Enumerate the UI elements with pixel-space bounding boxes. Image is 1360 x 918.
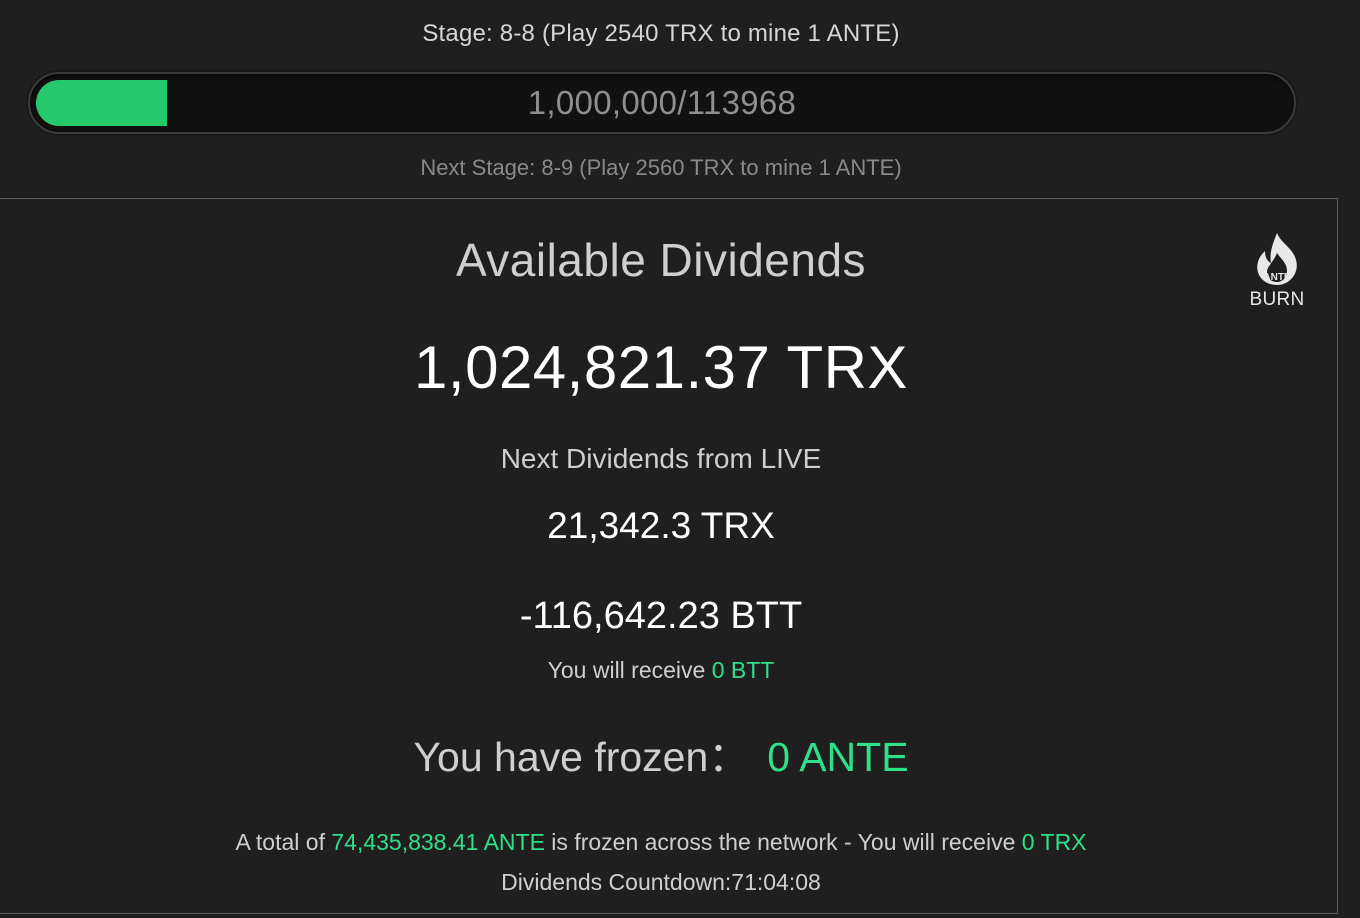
frozen-line: You have frozen： 0 ANTE [0,723,1322,783]
next-dividends-btt: -116,642.23 BTT [519,595,803,637]
dividends-countdown: Dividends Countdown:71:04:08 [501,869,821,895]
next-dividends-label: Next Dividends from LIVE [500,443,822,474]
dividends-panel: Available Dividends 1,024,821.37 TRX Nex… [0,198,1338,914]
available-dividends-amount: 1,024,821.37 TRX [414,334,908,401]
progress-text: 1,000,000/113968 [527,84,797,121]
receive-btt-value: 0 BTT [711,657,775,683]
network-middle: is frozen across the network - You will … [544,829,1022,855]
frozen-label: You have frozen： [413,734,750,780]
panel-title: Available Dividends [455,234,867,286]
network-frozen-line: A total of 74,435,838.41 ANTE is frozen … [0,829,1322,856]
dividends-page: Stage: 8-8 (Play 2540 TRX to mine 1 ANTE… [0,0,1360,918]
flame-icon: ANTE [1257,233,1297,285]
next-stage-text: Next Stage: 8-9 (Play 2560 TRX to mine 1… [420,155,902,180]
burn-button[interactable]: ANTE BURN [1247,231,1307,311]
next-dividends-trx: 21,342.3 TRX [547,505,775,546]
frozen-value: 0 ANTE [767,734,909,780]
stage-progress-bar: 1,000,000/113968 [28,72,1296,134]
network-total: 74,435,838.41 ANTE [331,829,545,855]
network-receive: 0 TRX [1021,829,1087,855]
stage-header: Stage: 8-8 (Play 2540 TRX to mine 1 ANTE… [0,0,1360,198]
receive-btt-line: You will receive 0 BTT [0,657,1322,684]
burn-icon-text: ANTE [1263,272,1291,283]
stage-title: Stage: 8-8 (Play 2540 TRX to mine 1 ANTE… [422,20,900,47]
receive-btt-prefix: You will receive [547,657,712,683]
network-prefix: A total of [235,829,332,855]
burn-label: BURN [1249,289,1305,310]
